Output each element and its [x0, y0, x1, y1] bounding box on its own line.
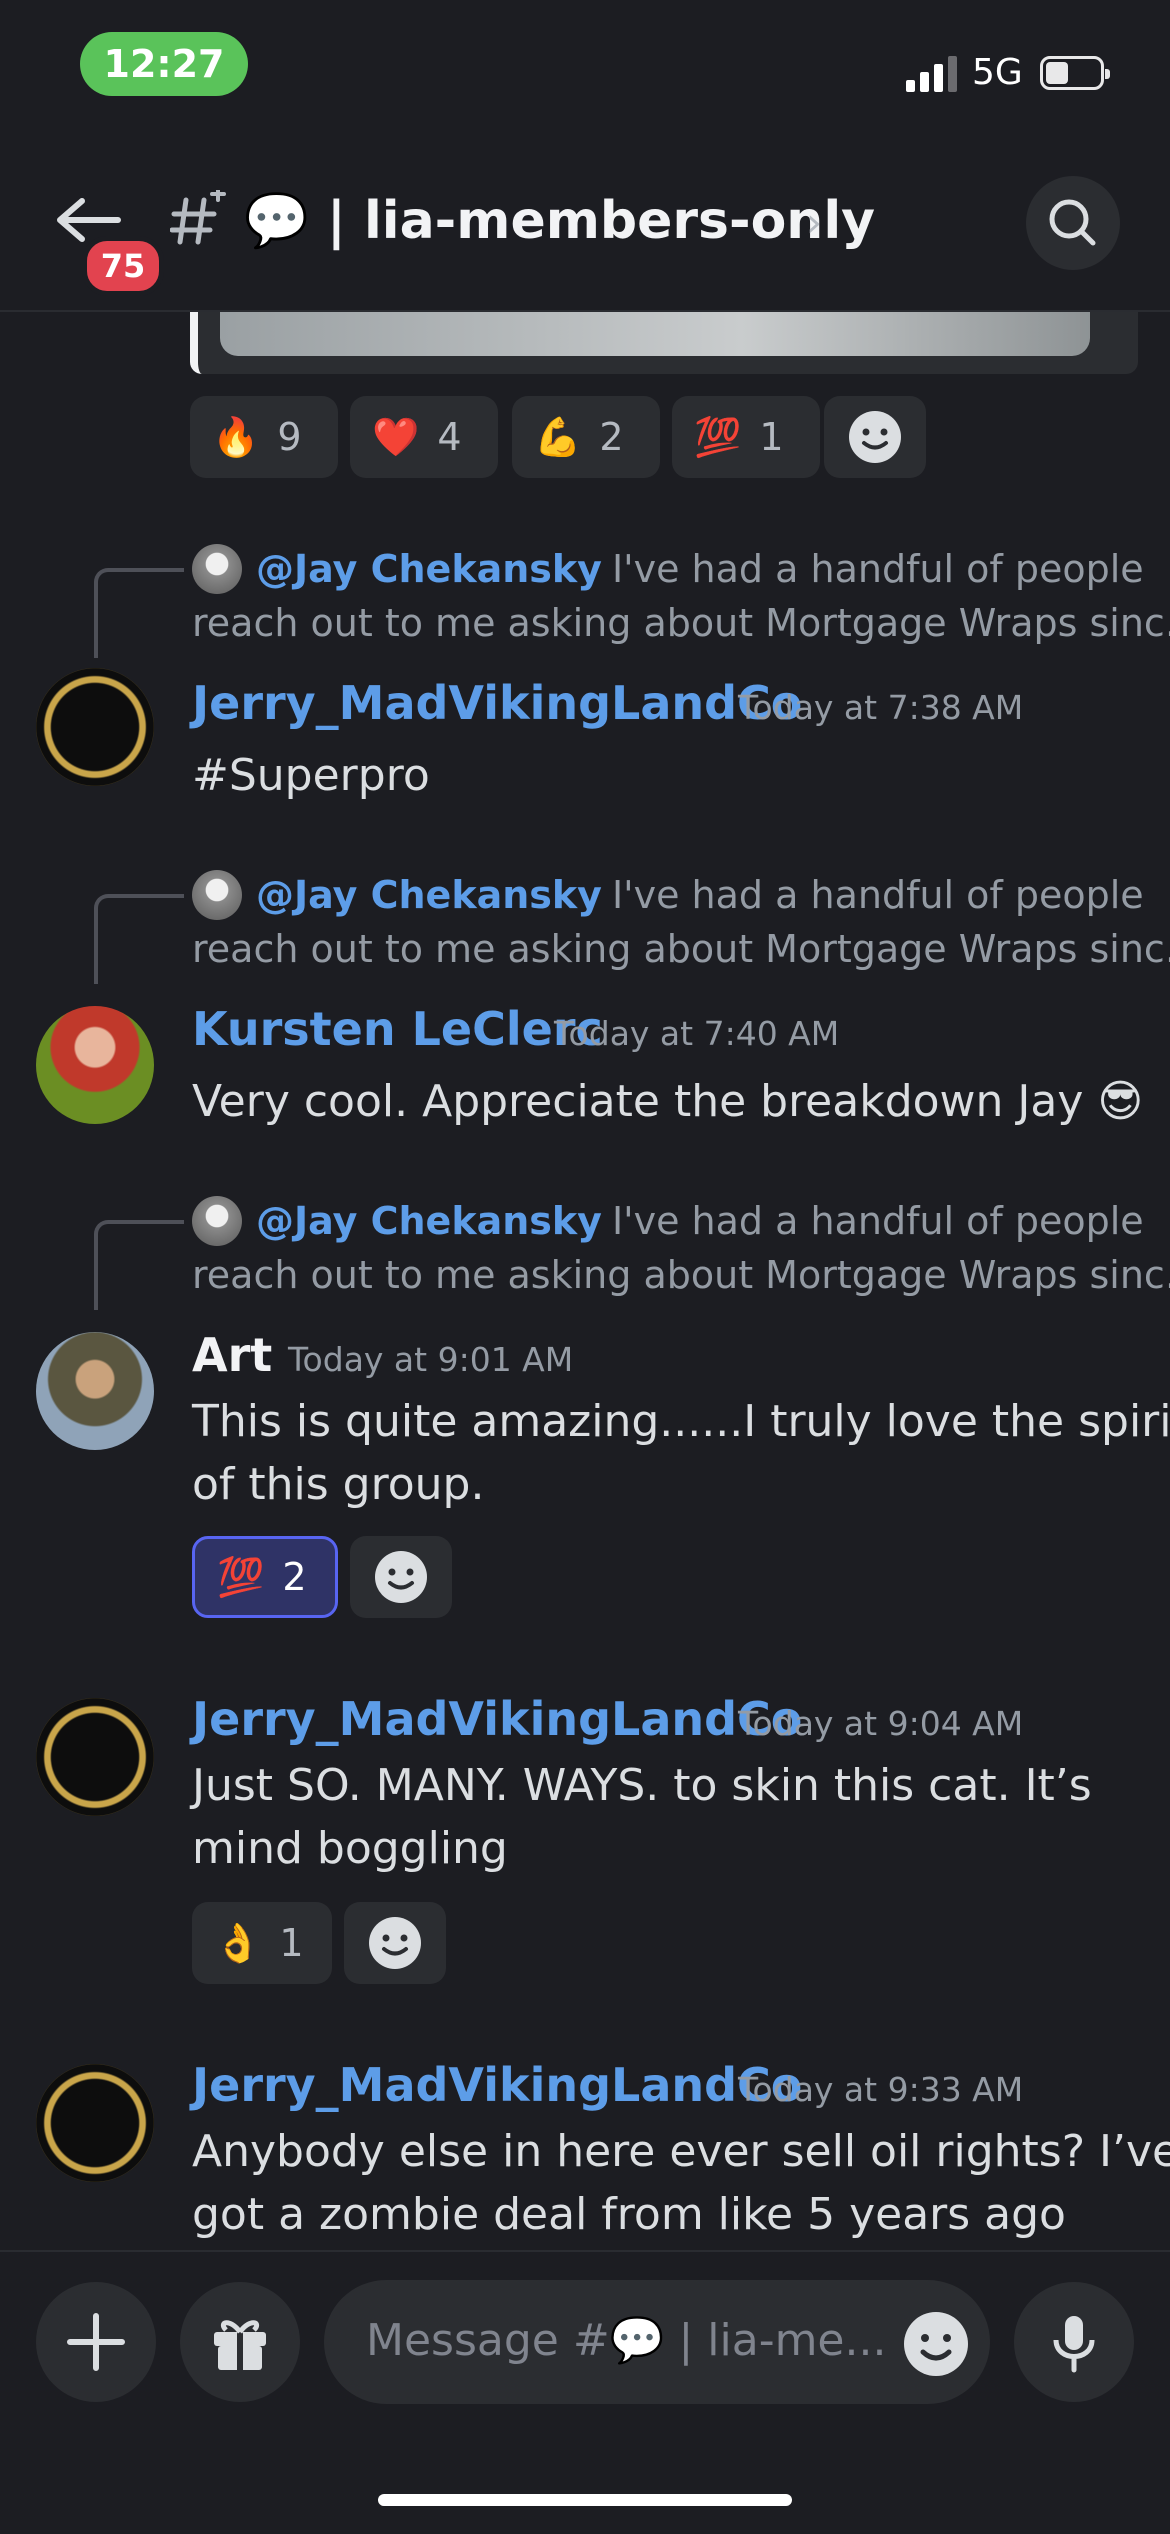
message-timestamp: Today at 9:33 AM: [738, 2070, 1024, 2109]
message-input-placeholder: Message #💬 | lia-me...: [366, 2315, 887, 2366]
message-text: Just SO. MANY. WAYS. to skin this cat. I…: [192, 1760, 1092, 1874]
network-type: 5G: [972, 52, 1023, 93]
voice-message-button[interactable]: [1014, 2282, 1134, 2402]
reaction-count: 9: [277, 415, 302, 459]
microphone-icon: [1053, 2316, 1095, 2373]
message-author[interactable]: Jerry_MadVikingLandCo: [192, 2058, 802, 2112]
avatar[interactable]: [36, 1698, 154, 1816]
reaction-count: 1: [279, 1921, 304, 1965]
plus-icon: [67, 2313, 125, 2371]
message-timestamp: Today at 7:40 AM: [554, 1014, 840, 1053]
message-text: #Superpro: [192, 750, 430, 801]
reply-line-1: I've had a handful of people: [611, 1199, 1144, 1243]
chevron-right-icon[interactable]: ›: [806, 200, 822, 246]
message-timestamp: Today at 9:01 AM: [288, 1340, 574, 1379]
thread-channel-icon: [170, 190, 226, 245]
add-reaction-button[interactable]: [344, 1902, 446, 1984]
gift-button[interactable]: [180, 2282, 300, 2402]
message-author[interactable]: Jerry_MadVikingLandCo: [192, 1692, 802, 1746]
reaction-hundred[interactable]: 💯 2: [192, 1536, 338, 1618]
channel-title[interactable]: 💬 | lia-members-only: [244, 190, 875, 251]
home-indicator: [378, 2494, 792, 2506]
reaction-hundred[interactable]: 💯 1: [672, 396, 820, 478]
search-icon: [1049, 199, 1096, 246]
avatar[interactable]: [36, 668, 154, 786]
reply-mention: @Jay Chekansky: [256, 873, 602, 917]
reply-line-1: I've had a handful of people: [611, 873, 1144, 917]
avatar[interactable]: [36, 1332, 154, 1450]
smile-icon: [904, 2312, 968, 2376]
reaction-emoji: 💯: [217, 1554, 265, 1599]
reaction-fire[interactable]: 🔥 9: [190, 396, 338, 478]
status-time: 12:27: [80, 32, 248, 96]
message-text: Very cool. Appreciate the breakdown Jay …: [192, 1076, 1144, 1127]
reply-line-2: reach out to me asking about Mortgage Wr…: [192, 1253, 1170, 1297]
reply-preview[interactable]: @Jay Chekansky I've had a handful of peop…: [256, 1194, 1170, 1248]
smile-icon: [849, 411, 901, 463]
reaction-emoji: 💪: [534, 414, 582, 459]
message-author[interactable]: Jerry_MadVikingLandCo: [192, 676, 802, 730]
smile-icon: [375, 1551, 427, 1603]
add-reaction-button[interactable]: [824, 396, 926, 478]
avatar[interactable]: [36, 2064, 154, 2182]
add-reaction-button[interactable]: [350, 1536, 452, 1618]
message-text: This is quite amazing......I truly love …: [192, 1396, 1170, 1510]
reply-connector: [94, 894, 184, 984]
reaction-count: 2: [282, 1555, 307, 1599]
reply-connector: [94, 568, 184, 658]
reaction-emoji: 👌: [214, 1920, 262, 1965]
message-timestamp: Today at 9:04 AM: [738, 1704, 1024, 1743]
reply-connector: [94, 1220, 184, 1310]
smile-icon: [369, 1917, 421, 1969]
reaction-count: 1: [759, 415, 784, 459]
avatar[interactable]: [36, 1006, 154, 1124]
reaction-count: 2: [599, 415, 624, 459]
reaction-emoji: ❤️: [372, 414, 420, 459]
reaction-count: 4: [437, 415, 462, 459]
reply-avatar: [192, 1196, 242, 1246]
reaction-heart[interactable]: ❤️ 4: [350, 396, 498, 478]
message-timestamp: Today at 7:38 AM: [738, 688, 1024, 727]
reply-mention: @Jay Chekansky: [256, 547, 602, 591]
embed-image[interactable]: [220, 312, 1090, 356]
cellular-signal-icon: [906, 56, 958, 92]
gift-icon: [214, 2320, 266, 2370]
reaction-muscle[interactable]: 💪 2: [512, 396, 660, 478]
reply-preview[interactable]: @Jay Chekansky I've had a handful of peop…: [256, 868, 1170, 922]
reply-line-2: reach out to me asking about Mortgage Wr…: [192, 927, 1170, 971]
reaction-ok-hand[interactable]: 👌 1: [192, 1902, 332, 1984]
search-button[interactable]: [1026, 176, 1120, 270]
reply-line-1: I've had a handful of people: [611, 547, 1144, 591]
message-author[interactable]: Art: [192, 1328, 272, 1382]
message-text: Anybody else in here ever sell oil right…: [192, 2126, 1170, 2240]
add-attachment-button[interactable]: [36, 2282, 156, 2402]
emoji-picker-button[interactable]: [898, 2306, 974, 2382]
unread-badge: 75: [82, 236, 164, 296]
battery-icon: [1040, 56, 1110, 90]
reply-mention: @Jay Chekansky: [256, 1199, 602, 1243]
reply-line-2: reach out to me asking about Mortgage Wr…: [192, 601, 1170, 645]
message-author[interactable]: Kursten LeClerc: [192, 1002, 603, 1056]
reaction-emoji: 🔥: [212, 414, 260, 459]
message-feed[interactable]: 🔥 9 ❤️ 4 💪 2 💯 1 @Jay Chekansky I've had a ha…: [0, 312, 1170, 2250]
reply-avatar: [192, 544, 242, 594]
reply-preview[interactable]: @Jay Chekansky I've had a handful of peop…: [256, 542, 1170, 596]
reaction-emoji: 💯: [694, 414, 742, 459]
reply-avatar: [192, 870, 242, 920]
